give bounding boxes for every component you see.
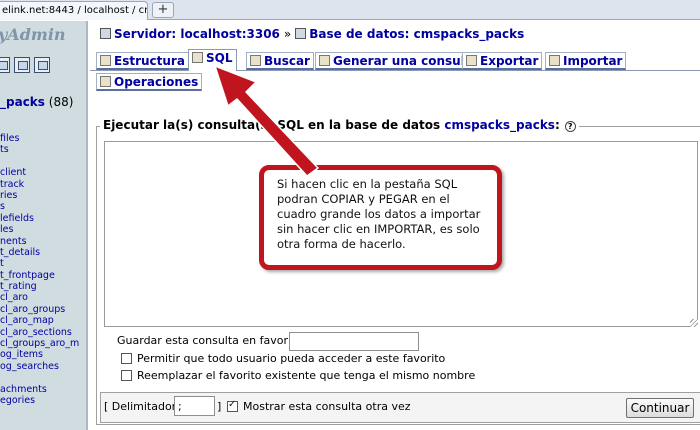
operations-icon — [100, 76, 111, 87]
sidebar-table-item[interactable]: cl_aro_sections — [0, 327, 79, 338]
sidebar-table-item[interactable]: og_searches — [0, 361, 79, 372]
tab-estructura[interactable]: Estructura — [96, 52, 189, 70]
query-icon — [319, 55, 330, 66]
sidebar-table-item[interactable]: cl_aro — [0, 292, 79, 303]
sidebar-table-item[interactable]: egories — [0, 395, 79, 406]
table-count: (88) — [48, 95, 74, 109]
sidebar-table-item[interactable]: s — [0, 201, 79, 212]
sidebar-table-item[interactable]: client — [0, 167, 79, 178]
sidebar-table-item[interactable]: cl_aro_map — [0, 315, 79, 326]
delimiter-close-bracket: ] — [217, 400, 222, 413]
search-icon — [250, 55, 261, 66]
tab-label: Buscar — [264, 54, 310, 68]
import-icon — [549, 55, 560, 66]
legend-colon: : — [554, 118, 560, 132]
sidebar-table-item[interactable]: ts — [0, 144, 79, 155]
continue-button[interactable]: Continuar — [626, 398, 694, 418]
navigation-frame: yAdmin _packs (88) files ts client track rie… — [0, 21, 88, 430]
database-icon — [295, 28, 307, 39]
database-breadcrumb-link[interactable]: Base de datos: cmspacks_packs — [309, 27, 524, 41]
server-link[interactable]: Servidor: localhost:3306 — [114, 27, 280, 41]
sidebar-table-item[interactable]: les — [0, 224, 79, 235]
help-icon[interactable]: ? — [564, 121, 576, 132]
sidebar-table-item[interactable]: achments — [0, 384, 79, 395]
annotation-callout: Si hacen clic en la pestaña SQL podran C… — [259, 165, 502, 270]
sidebar-table-item[interactable]: t — [0, 258, 79, 269]
sidebar-table-item[interactable] — [0, 372, 79, 383]
sidebar-table-item[interactable]: t_details — [0, 247, 79, 258]
sidebar-table-item[interactable]: track — [0, 179, 79, 190]
sidebar-table-item[interactable]: cl_groups_aro_m — [0, 338, 79, 349]
tab-label: Importar — [563, 54, 623, 68]
server-icon — [100, 28, 111, 39]
database-link[interactable]: _packs (88) — [0, 95, 73, 109]
sidebar-table-item[interactable]: lefields — [0, 213, 79, 224]
sidebar-table-item[interactable]: ries — [0, 190, 79, 201]
tab-label: Operaciones — [114, 75, 199, 89]
show-query-label: Mostrar esta consulta otra vez — [243, 400, 411, 413]
resize-grip-icon[interactable] — [690, 319, 698, 327]
tab-generar-consulta[interactable]: Generar una consulta — [315, 52, 483, 70]
browser-tab-strip: elink.net:8443 / localhost / cms... + — [0, 0, 700, 20]
allow-all-users-checkbox[interactable] — [121, 353, 132, 364]
sidebar-table-item[interactable]: cl_aro_groups — [0, 304, 79, 315]
tab-importar[interactable]: Importar — [545, 52, 627, 70]
sidebar-table-item[interactable]: t_rating — [0, 281, 79, 292]
tab-label: Generar una consulta — [333, 54, 479, 68]
tab-buscar[interactable]: Buscar — [246, 52, 314, 70]
sql-window-icon[interactable] — [14, 57, 30, 73]
phpmyadmin-logo[interactable]: yAdmin — [0, 25, 66, 44]
docs-icon[interactable] — [34, 57, 50, 73]
delimiter-input[interactable] — [174, 396, 215, 416]
favorite-name-input[interactable] — [289, 332, 419, 351]
tab-label: Estructura — [114, 54, 185, 68]
breadcrumb: Servidor: localhost:3306» Base de datos: … — [100, 27, 524, 41]
tab-baseline — [90, 70, 700, 71]
tab-exportar[interactable]: Exportar — [462, 52, 543, 70]
tab-operaciones[interactable]: Operaciones — [96, 73, 203, 91]
replace-favorite-checkbox[interactable] — [121, 370, 132, 381]
favorite-label: Guardar esta consulta en favoritos: — [117, 334, 312, 347]
structure-icon — [100, 55, 111, 66]
sidebar-table-item[interactable]: nents — [0, 236, 79, 247]
home-icon[interactable] — [0, 57, 10, 73]
database-name: _packs — [0, 95, 45, 109]
browser-tab[interactable]: elink.net:8443 / localhost / cms... — [0, 1, 148, 20]
tab-label: SQL — [206, 51, 233, 65]
sidebar-table-item[interactable] — [0, 156, 79, 167]
show-query-checkbox[interactable] — [227, 399, 238, 412]
sql-icon — [192, 52, 203, 63]
sql-legend: Ejecutar la(s) consulta(s) SQL en la bas… — [100, 118, 579, 132]
replace-favorite-label: Reemplazar el favorito existente que ten… — [137, 369, 476, 382]
legend-db-name: cmspacks_packs — [444, 118, 555, 132]
tab-label: Exportar — [480, 54, 539, 68]
sidebar-table-item[interactable]: og_items — [0, 349, 79, 360]
tab-sql[interactable]: SQL — [188, 49, 237, 71]
breadcrumb-separator: » — [283, 27, 292, 41]
delimiter-label: [ Delimitador — [104, 400, 177, 413]
allow-all-users-label: Permitir que todo usuario pueda acceder … — [137, 352, 446, 365]
export-icon — [466, 55, 477, 66]
legend-text: Ejecutar la(s) consulta(s) SQL en la bas… — [103, 118, 441, 132]
sidebar-table-item[interactable]: t_frontpage — [0, 270, 79, 281]
table-list: files ts client track ries s lefields les nents t… — [0, 133, 79, 406]
sidebar-table-item[interactable]: files — [0, 133, 79, 144]
new-tab-button[interactable]: + — [152, 2, 174, 18]
